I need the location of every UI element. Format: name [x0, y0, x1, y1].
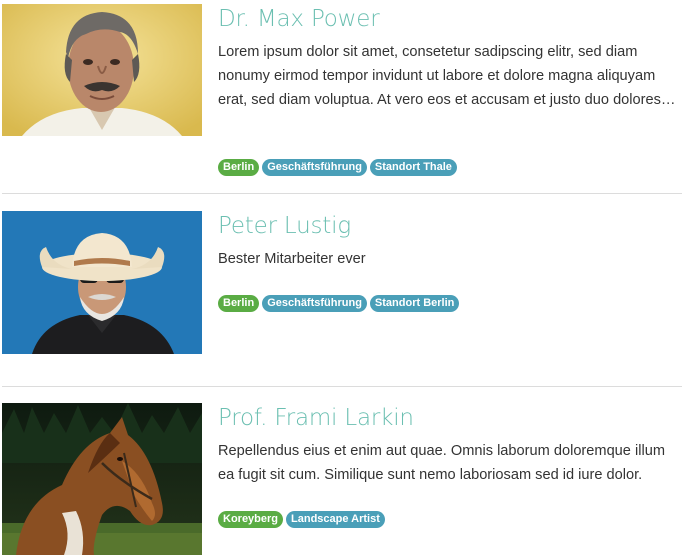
tag-badge[interactable]: Berlin	[218, 159, 260, 176]
person-info: Prof. Frami Larkin Repellendus eius et e…	[218, 403, 682, 487]
person-card: Peter Lustig Bester Mitarbeiter ever Ber…	[2, 211, 682, 354]
person-photo[interactable]	[2, 403, 202, 555]
person-photo[interactable]	[2, 4, 202, 136]
person-name[interactable]: Dr. Max Power	[218, 4, 682, 34]
person-photo[interactable]	[2, 211, 202, 354]
person-name[interactable]: Peter Lustig	[218, 211, 682, 241]
person-card: Dr. Max Power Lorem ipsum dolor sit amet…	[2, 4, 682, 184]
tag-badge[interactable]: Berlin	[218, 295, 260, 312]
horse-image	[2, 403, 202, 555]
tag-badge[interactable]: Geschäftsführung	[262, 295, 367, 312]
divider	[2, 193, 682, 194]
tag-list: Berlin Geschäftsführung Standort Berlin	[218, 295, 462, 313]
tag-badge[interactable]: Geschäftsführung	[262, 159, 367, 176]
person-info: Peter Lustig Bester Mitarbeiter ever	[218, 211, 682, 271]
tag-badge[interactable]: Koreyberg	[218, 511, 284, 528]
tag-badge[interactable]: Standort Thale	[369, 159, 457, 176]
divider	[2, 386, 682, 387]
tag-badge[interactable]: Landscape Artist	[286, 511, 385, 528]
person-card: Prof. Frami Larkin Repellendus eius et e…	[2, 403, 682, 555]
person-description: Lorem ipsum dolor sit amet, consetetur s…	[218, 44, 676, 108]
person-description: Repellendus eius et enim aut quae. Omnis…	[218, 443, 665, 483]
person-name[interactable]: Prof. Frami Larkin	[218, 403, 682, 433]
tag-list: Berlin Geschäftsführung Standort Thale	[218, 159, 460, 177]
tag-list: Koreyberg Landscape Artist	[218, 511, 388, 529]
portrait-image	[2, 211, 202, 354]
person-description: Bester Mitarbeiter ever	[218, 251, 366, 267]
person-info: Dr. Max Power Lorem ipsum dolor sit amet…	[218, 4, 682, 112]
portrait-image	[2, 4, 202, 136]
tag-badge[interactable]: Standort Berlin	[369, 295, 460, 312]
